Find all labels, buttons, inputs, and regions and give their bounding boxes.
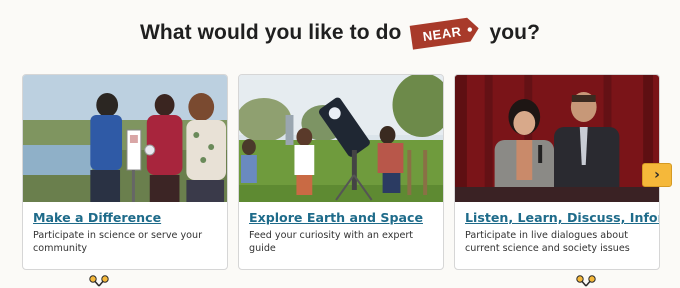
carousel-next-button[interactable]: › (642, 163, 672, 187)
card-make-a-difference[interactable]: Make a Difference Participate in science… (22, 74, 228, 270)
card-title-link[interactable]: Explore Earth and Space (239, 202, 443, 225)
card-photo-volunteers (23, 75, 227, 202)
near-badge: NEAR (408, 13, 483, 53)
card-description: Participate in science or serve your com… (33, 230, 203, 254)
decorative-molecule-icon (576, 275, 596, 287)
card-listen-learn-discuss-inform[interactable]: Listen, Learn, Discuss, Inform Participa… (454, 74, 660, 270)
decorative-molecule-icon (89, 275, 109, 287)
card-title-link[interactable]: Make a Difference (23, 202, 227, 225)
heading-text-before: What would you like to do (139, 21, 402, 44)
section-heading: What would you like to do NEAR you? (0, 17, 680, 50)
card-photo-telescope (239, 75, 443, 202)
heading-text-after: you? (489, 21, 541, 44)
card-description: Feed your curiosity with an expert guide (249, 230, 414, 254)
card-description: Participate in live dialogues about curr… (465, 230, 630, 254)
card-title-link[interactable]: Listen, Learn, Discuss, Inform (455, 202, 659, 225)
card-photo-panel-discussion (455, 75, 659, 202)
card-explore-earth-and-space[interactable]: Explore Earth and Space Feed your curios… (238, 74, 444, 270)
